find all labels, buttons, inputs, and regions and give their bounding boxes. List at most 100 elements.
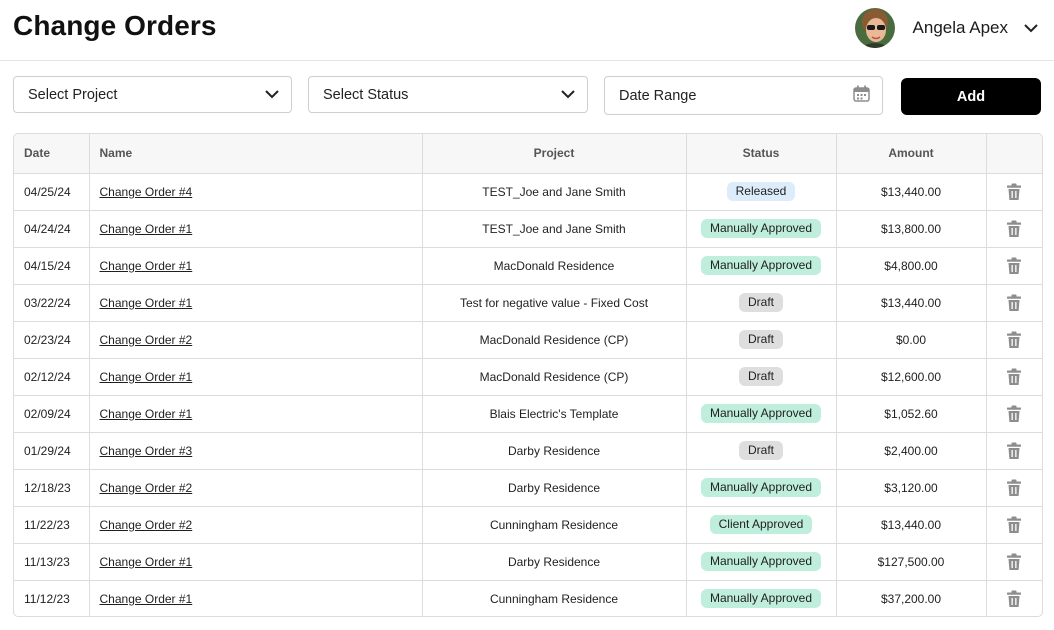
cell-name: Change Order #4 bbox=[89, 173, 423, 211]
cell-name: Change Order #1 bbox=[89, 543, 423, 581]
change-order-link[interactable]: Change Order #1 bbox=[100, 370, 193, 384]
cell-project: Cunningham Residence bbox=[422, 506, 687, 544]
cell-project: Blais Electric's Template bbox=[422, 395, 687, 433]
column-header-name[interactable]: Name bbox=[89, 134, 423, 174]
date-range-label: Date Range bbox=[619, 87, 697, 104]
cell-date: 04/25/24 bbox=[14, 173, 90, 211]
table-row[interactable]: 02/23/24 Change Order #2 MacDonald Residen… bbox=[14, 321, 1042, 359]
status-select[interactable]: Select Status bbox=[308, 76, 588, 113]
cell-date: 02/23/24 bbox=[14, 321, 90, 359]
cell-status: Manually Approved bbox=[686, 469, 837, 507]
cell-name: Change Order #1 bbox=[89, 580, 423, 616]
change-order-link[interactable]: Change Order #1 bbox=[100, 222, 193, 236]
change-order-link[interactable]: Change Order #1 bbox=[100, 592, 193, 606]
column-header-actions bbox=[986, 134, 1042, 174]
cell-date: 04/15/24 bbox=[14, 247, 90, 285]
table-row[interactable]: 11/22/23 Change Order #2 Cunningham Reside… bbox=[14, 506, 1042, 544]
cell-amount: $13,440.00 bbox=[836, 506, 987, 544]
cell-project: Darby Residence bbox=[422, 469, 687, 507]
cell-actions bbox=[986, 580, 1042, 616]
cell-project: MacDonald Residence (CP) bbox=[422, 321, 687, 359]
cell-amount: $3,120.00 bbox=[836, 469, 987, 507]
date-range-input[interactable]: Date Range bbox=[604, 76, 883, 115]
cell-date: 11/22/23 bbox=[14, 506, 90, 544]
table-row[interactable]: 01/29/24 Change Order #3 Darby Residence Dr… bbox=[14, 432, 1042, 470]
cell-status: Manually Approved bbox=[686, 395, 837, 433]
chevron-down-icon[interactable] bbox=[1022, 19, 1040, 37]
cell-status: Draft bbox=[686, 432, 837, 470]
table-row[interactable]: 02/09/24 Change Order #1 Blais Electric's … bbox=[14, 395, 1042, 433]
cell-name: Change Order #1 bbox=[89, 284, 423, 322]
status-badge: Manually Approved bbox=[700, 589, 822, 609]
trash-icon[interactable] bbox=[1006, 331, 1022, 348]
cell-amount: $13,800.00 bbox=[836, 210, 987, 248]
change-order-link[interactable]: Change Order #2 bbox=[100, 481, 193, 495]
change-order-link[interactable]: Change Order #2 bbox=[100, 333, 193, 347]
change-order-link[interactable]: Change Order #1 bbox=[100, 259, 193, 273]
user-name: Angela Apex bbox=[912, 18, 1008, 37]
project-select[interactable]: Select Project bbox=[13, 76, 292, 113]
filter-bar: Select Project Select Status Date Range bbox=[13, 76, 1041, 116]
trash-icon[interactable] bbox=[1006, 516, 1022, 533]
change-order-link[interactable]: Change Order #4 bbox=[100, 185, 193, 199]
column-header-project[interactable]: Project bbox=[422, 134, 687, 174]
cell-project: TEST_Joe and Jane Smith bbox=[422, 173, 687, 211]
change-order-link[interactable]: Change Order #3 bbox=[100, 444, 193, 458]
table-row[interactable]: 02/12/24 Change Order #1 MacDonald Residen… bbox=[14, 358, 1042, 396]
cell-date: 04/24/24 bbox=[14, 210, 90, 248]
cell-status: Client Approved bbox=[686, 506, 837, 544]
cell-status: Manually Approved bbox=[686, 543, 837, 581]
cell-date: 03/22/24 bbox=[14, 284, 90, 322]
status-badge: Released bbox=[726, 182, 796, 201]
status-badge: Draft bbox=[738, 441, 783, 460]
table-row[interactable]: 03/22/24 Change Order #1 Test for negative… bbox=[14, 284, 1042, 322]
page-header: Change Orders Angela Apex bbox=[0, 0, 1054, 61]
trash-icon[interactable] bbox=[1006, 405, 1022, 422]
cell-amount: $13,440.00 bbox=[836, 284, 987, 322]
change-order-link[interactable]: Change Order #2 bbox=[100, 518, 193, 532]
table-row[interactable]: 04/25/24 Change Order #4 TEST_Joe and Jane… bbox=[14, 173, 1042, 211]
column-header-date[interactable]: Date bbox=[14, 134, 90, 174]
trash-icon[interactable] bbox=[1006, 368, 1022, 385]
table-row[interactable]: 12/18/23 Change Order #2 Darby Residence Ma… bbox=[14, 469, 1042, 507]
cell-date: 02/12/24 bbox=[14, 358, 90, 396]
add-button[interactable]: Add bbox=[901, 78, 1041, 115]
table-row[interactable]: 04/15/24 Change Order #1 MacDonald Residen… bbox=[14, 247, 1042, 285]
trash-icon[interactable] bbox=[1006, 442, 1022, 459]
cell-amount: $2,400.00 bbox=[836, 432, 987, 470]
cell-name: Change Order #2 bbox=[89, 321, 423, 359]
cell-status: Draft bbox=[686, 321, 837, 359]
trash-icon[interactable] bbox=[1006, 220, 1022, 237]
column-header-amount[interactable]: Amount bbox=[836, 134, 987, 174]
trash-icon[interactable] bbox=[1006, 590, 1022, 607]
chevron-down-icon bbox=[265, 86, 279, 104]
cell-actions bbox=[986, 395, 1042, 433]
cell-date: 12/18/23 bbox=[14, 469, 90, 507]
user-menu[interactable]: Angela Apex bbox=[854, 8, 1040, 48]
table-row[interactable]: 11/12/23 Change Order #1 Cunningham Reside… bbox=[14, 580, 1042, 616]
trash-icon[interactable] bbox=[1006, 257, 1022, 274]
status-badge: Manually Approved bbox=[700, 478, 822, 497]
trash-icon[interactable] bbox=[1006, 183, 1022, 200]
table-row[interactable]: 11/13/23 Change Order #1 Darby Residence Ma… bbox=[14, 543, 1042, 581]
cell-date: 01/29/24 bbox=[14, 432, 90, 470]
change-orders-table: Date Name Project Status Amount 04/25/24… bbox=[13, 133, 1043, 617]
status-badge: Draft bbox=[738, 367, 783, 386]
cell-actions bbox=[986, 321, 1042, 359]
page-title: Change Orders bbox=[13, 10, 217, 41]
trash-icon[interactable] bbox=[1006, 553, 1022, 570]
table-header-row: Date Name Project Status Amount bbox=[14, 134, 1042, 174]
status-badge: Manually Approved bbox=[700, 552, 822, 571]
table-row[interactable]: 04/24/24 Change Order #1 TEST_Joe and Jane… bbox=[14, 210, 1042, 248]
trash-icon[interactable] bbox=[1006, 294, 1022, 311]
avatar[interactable] bbox=[854, 8, 895, 48]
cell-actions bbox=[986, 210, 1042, 248]
cell-actions bbox=[986, 432, 1042, 470]
change-order-link[interactable]: Change Order #1 bbox=[100, 555, 193, 569]
trash-icon[interactable] bbox=[1006, 479, 1022, 496]
column-header-status[interactable]: Status bbox=[686, 134, 837, 174]
change-order-link[interactable]: Change Order #1 bbox=[100, 296, 193, 310]
change-order-link[interactable]: Change Order #1 bbox=[100, 407, 193, 421]
cell-actions bbox=[986, 247, 1042, 285]
calendar-icon[interactable] bbox=[853, 85, 870, 107]
